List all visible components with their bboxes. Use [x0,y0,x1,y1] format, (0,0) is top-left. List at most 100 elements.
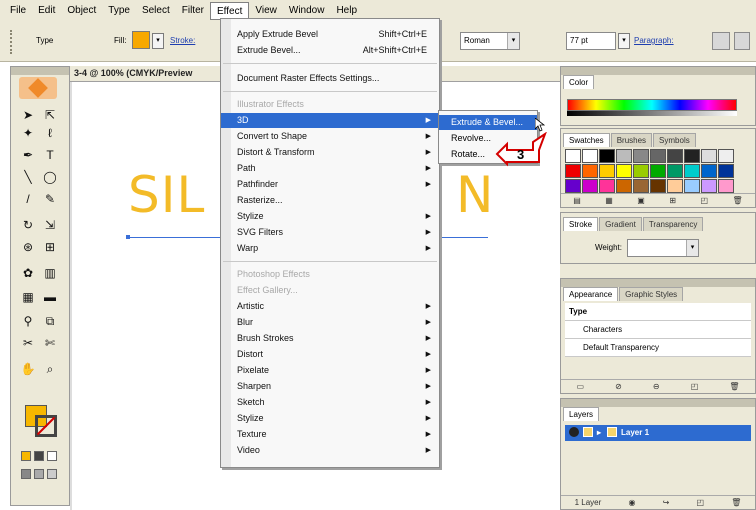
appearance-row-type[interactable]: Type [565,303,751,321]
swatch-options-icon[interactable]: ▣ [637,196,645,205]
show-kinds-icon[interactable]: ▦ [605,196,613,205]
fill-dropdown-icon[interactable]: ▾ [152,33,164,49]
direct-selection-tool-icon[interactable]: ⇱ [41,107,59,123]
tab-stroke[interactable]: Stroke [563,217,599,231]
screen-mode-maximized-icon[interactable] [34,469,44,479]
fill-swatch[interactable] [132,31,150,49]
swatch[interactable] [582,179,598,193]
document-title[interactable]: 3-4 @ 100% (CMYK/Preview [74,68,192,78]
swatch[interactable] [684,164,700,178]
selection-tool-icon[interactable]: ➤ [19,107,37,123]
artwork-text-end[interactable]: N [456,166,493,224]
tools-panel-titlebar[interactable] [11,67,69,75]
menu-item-blur[interactable]: Blur ▶ [221,315,439,330]
swatch[interactable] [650,164,666,178]
line-tool-icon[interactable]: ╲ [19,169,37,185]
clear-appearance-icon[interactable]: ⊘ [615,382,622,391]
menu-item-last-effect[interactable]: Extrude Bevel... Alt+Shift+Ctrl+E [221,43,439,58]
font-size-field[interactable]: 77 pt [566,32,616,50]
menu-item-rasterize[interactable]: Rasterize... [221,193,439,208]
swatch[interactable] [633,179,649,193]
swatch[interactable] [582,164,598,178]
swatch[interactable] [718,149,734,163]
swatch[interactable] [565,179,581,193]
menu-item-warp[interactable]: Warp ▶ [221,241,439,256]
free-transform-tool-icon[interactable]: ⊞ [41,239,59,255]
visibility-eye-icon[interactable] [569,427,579,437]
tab-color[interactable]: Color [563,75,595,89]
tab-symbols[interactable]: Symbols [653,133,696,147]
new-swatch-icon[interactable]: ◰ [701,196,709,205]
swatch[interactable] [582,149,598,163]
blend-tool-icon[interactable]: ⧉ [41,313,59,329]
swatch[interactable] [650,179,666,193]
menu-item-artistic[interactable]: Artistic ▶ [221,299,439,314]
menu-item-stylize-photoshop[interactable]: Stylize ▶ [221,411,439,426]
swatch[interactable] [633,149,649,163]
swatch[interactable] [599,164,615,178]
tab-graphic-styles[interactable]: Graphic Styles [619,287,684,301]
swatch[interactable] [565,149,581,163]
new-art-basic-appearance-icon[interactable]: ▭ [577,382,585,391]
align-left-icon[interactable] [712,32,730,50]
swatch[interactable] [667,149,683,163]
swatch[interactable] [718,164,734,178]
font-size-dropdown-icon[interactable]: ▾ [618,33,630,49]
scale-tool-icon[interactable]: ⇲ [41,217,59,233]
make-clipping-mask-icon[interactable]: ◉ [628,498,635,507]
layer-row[interactable]: ▸ Layer 1 [565,425,751,441]
swatch[interactable] [616,149,632,163]
menu-item-sketch[interactable]: Sketch ▶ [221,395,439,410]
menu-item-distort[interactable]: Distort ▶ [221,347,439,362]
eyedropper-tool-icon[interactable]: ⚲ [19,313,37,329]
tab-gradient[interactable]: Gradient [599,217,642,231]
swatch[interactable] [667,164,683,178]
menu-object[interactable]: Object [61,2,102,20]
menu-item-texture[interactable]: Texture ▶ [221,427,439,442]
menu-item-video[interactable]: Video ▶ [221,443,439,458]
new-sublayer-icon[interactable]: ↪ [663,498,670,507]
panel-titlebar[interactable] [561,399,755,407]
delete-swatch-icon[interactable]: 🗑 [733,196,743,205]
align-center-icon[interactable] [734,32,750,50]
panel-titlebar[interactable] [561,67,755,75]
swatch[interactable] [701,149,717,163]
lock-toggle-icon[interactable] [583,427,593,437]
type-tool-icon[interactable]: T [41,147,59,163]
swatch[interactable] [650,149,666,163]
control-bar-grip[interactable] [10,30,14,54]
menu-item-sharpen[interactable]: Sharpen ▶ [221,379,439,394]
slice-tool-icon[interactable]: ✂ [19,335,37,351]
tab-brushes[interactable]: Brushes [610,133,653,147]
swatch[interactable] [718,179,734,193]
pencil-tool-icon[interactable]: ✎ [41,191,59,207]
delete-item-icon[interactable]: 🗑 [729,382,739,391]
artwork-text-start[interactable]: SIL [128,166,205,224]
symbol-sprayer-tool-icon[interactable]: ✿ [19,265,37,281]
menu-item-apply-last-effect[interactable]: Apply Extrude Bevel Shift+Ctrl+E [221,27,439,42]
swatch[interactable] [667,179,683,193]
stroke-label[interactable]: Stroke: [170,36,195,45]
menu-item-distort-transform[interactable]: Distort & Transform ▶ [221,145,439,160]
menu-item-pixelate[interactable]: Pixelate ▶ [221,363,439,378]
swatch[interactable] [565,164,581,178]
screen-mode-full-icon[interactable] [47,469,57,479]
color-mode-icon[interactable] [21,451,31,461]
gradient-mode-icon[interactable] [34,451,44,461]
font-style-select[interactable]: Roman ▾ [460,32,520,50]
stroke-weight-field[interactable]: ▾ [627,239,699,257]
menu-item-effect-gallery[interactable]: Effect Gallery... [221,283,439,298]
new-layer-icon[interactable]: ◰ [696,498,704,507]
swatch[interactable] [684,179,700,193]
grayscale-ramp[interactable] [567,111,737,116]
swatch[interactable] [616,179,632,193]
tab-transparency[interactable]: Transparency [642,217,704,231]
duplicate-item-icon[interactable]: ◰ [691,382,699,391]
menu-item-pathfinder[interactable]: Pathfinder ▶ [221,177,439,192]
submenu-item-extrude-bevel[interactable]: Extrude & Bevel... [439,115,537,130]
menu-edit[interactable]: Edit [32,2,61,20]
menu-item-raster-settings[interactable]: Document Raster Effects Settings... [221,71,439,86]
pen-tool-icon[interactable]: ✒ [19,147,37,163]
gradient-tool-icon[interactable]: ▬ [41,289,59,305]
menu-type[interactable]: Type [102,2,136,20]
